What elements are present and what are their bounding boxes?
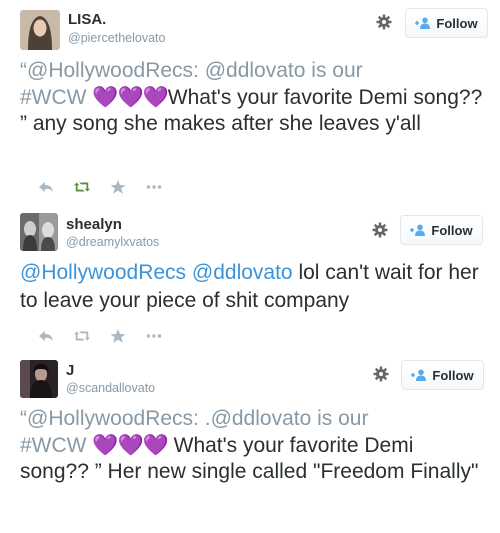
follow-user-icon [411, 369, 427, 381]
reply-icon[interactable] [38, 329, 54, 343]
open-quote: “ [20, 407, 27, 430]
retweet-icon[interactable] [74, 329, 90, 343]
gear-icon[interactable] [376, 14, 392, 30]
text-fragment: is our [311, 407, 369, 430]
purple-heart-emoji: 💜💜💜 [92, 433, 168, 457]
more-icon[interactable] [146, 329, 162, 343]
hashtag-link[interactable]: #WCW [20, 86, 87, 109]
tweet-actions [38, 327, 182, 345]
mention-link[interactable]: @ddlovato [192, 261, 293, 284]
text-fragment: What's your favorite Demi song?? ” Her n… [20, 433, 479, 484]
follow-label: Follow [432, 367, 474, 383]
tweet-text: “@HollywoodRecs: @ddlovato is our #WCW 💜💜… [20, 58, 486, 138]
mention-link[interactable]: @ddlovato [211, 407, 312, 430]
gear-icon[interactable] [373, 366, 389, 382]
username-handle[interactable]: @piercethelovato [68, 31, 165, 45]
display-name[interactable]: LISA. [68, 11, 106, 28]
reply-icon[interactable] [38, 180, 54, 194]
mention-link[interactable]: @HollywoodRecs [20, 261, 186, 284]
separator: : . [193, 407, 211, 430]
avatar[interactable] [20, 360, 58, 398]
text-fragment: What's your favorite Demi song?? ” any s… [20, 85, 483, 136]
avatar[interactable] [20, 213, 58, 251]
username-handle[interactable]: @scandallovato [66, 381, 155, 395]
favorite-star-icon[interactable] [110, 329, 126, 343]
follow-button[interactable]: Follow [401, 360, 484, 390]
text-fragment: is our [305, 59, 363, 82]
separator: : [193, 59, 205, 82]
display-name[interactable]: J [66, 362, 74, 379]
retweet-icon[interactable] [74, 180, 90, 194]
avatar[interactable] [20, 10, 60, 50]
username-handle[interactable]: @dreamylxvatos [66, 235, 159, 249]
hashtag-link[interactable]: #WCW [20, 434, 87, 457]
mention-link[interactable]: @HollywoodRecs [27, 59, 193, 82]
display-name[interactable]: shealyn [66, 216, 122, 233]
follow-button[interactable]: Follow [405, 8, 488, 38]
follow-button[interactable]: Follow [400, 215, 483, 245]
follow-label: Follow [436, 15, 478, 31]
favorite-star-icon[interactable] [110, 180, 126, 194]
follow-user-icon [415, 17, 431, 29]
purple-heart-emoji: 💜💜💜 [92, 85, 168, 109]
tweet-actions [38, 178, 182, 196]
tweet-text: @HollywoodRecs @ddlovato lol can't wait … [20, 259, 486, 315]
open-quote: “ [20, 59, 27, 82]
follow-label: Follow [431, 222, 473, 238]
mention-link[interactable]: @HollywoodRecs [27, 407, 193, 430]
mention-link[interactable]: @ddlovato [205, 59, 306, 82]
more-icon[interactable] [146, 180, 162, 194]
gear-icon[interactable] [372, 222, 388, 238]
tweet-text: “@HollywoodRecs: .@ddlovato is our #WCW 💜… [20, 406, 486, 486]
follow-user-icon [410, 224, 426, 236]
